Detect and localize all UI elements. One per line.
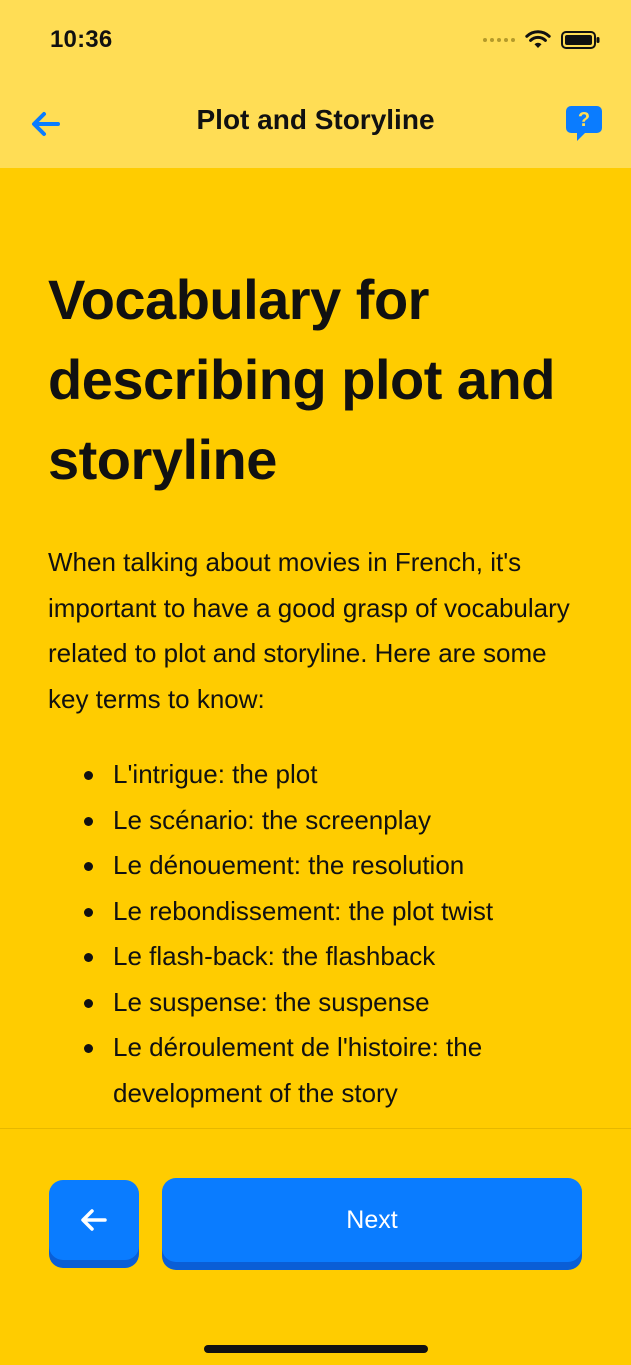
page-title: Plot and Storyline — [196, 104, 435, 135]
next-button[interactable]: Next — [162, 1178, 582, 1262]
status-time: 10:36 — [50, 26, 113, 53]
vocabulary-item: Le rebondissement: the plot twist — [84, 889, 593, 935]
nav-bar: Plot and Storyline ? — [0, 80, 631, 168]
lesson-content: Vocabulary for describing plot and story… — [48, 260, 593, 1116]
vocabulary-item: Le dénouement: the resolution — [84, 843, 593, 889]
home-indicator — [204, 1345, 428, 1353]
svg-text:?: ? — [578, 109, 590, 131]
battery-icon — [561, 31, 600, 49]
next-button-label: Next — [346, 1205, 398, 1234]
arrow-left-icon — [81, 1209, 107, 1231]
lesson-intro: When talking about movies in French, it'… — [48, 547, 570, 714]
status-icons — [483, 28, 601, 52]
previous-button[interactable] — [49, 1180, 139, 1260]
vocabulary-item: Le déroulement de l'histoire: the develo… — [84, 1025, 593, 1116]
footer-divider — [0, 1128, 631, 1129]
wifi-icon — [525, 30, 551, 48]
vocabulary-list: L'intrigue: the plot Le scénario: the sc… — [48, 752, 593, 1116]
lesson-heading: Vocabulary for describing plot and story… — [48, 268, 555, 491]
vocabulary-item: Le scénario: the screenplay — [84, 798, 593, 844]
vocabulary-item: Le flash-back: the flashback — [84, 934, 593, 980]
help-icon[interactable]: ? — [565, 104, 603, 144]
vocabulary-item: Le suspense: the suspense — [84, 980, 593, 1026]
signal-icon — [483, 38, 515, 42]
status-bar: 10:36 — [0, 0, 631, 80]
vocabulary-item: L'intrigue: the plot — [84, 752, 593, 798]
